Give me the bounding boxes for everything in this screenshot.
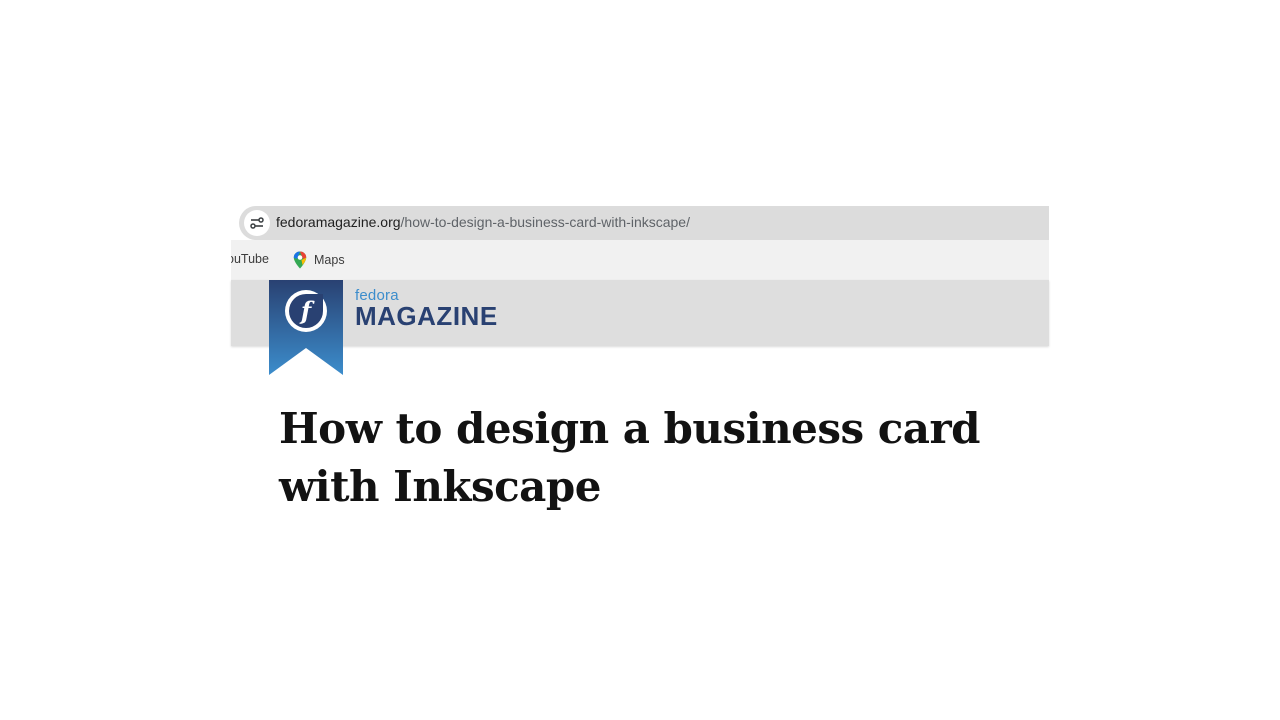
fedora-magazine-ribbon-logo[interactable]: f <box>269 280 343 375</box>
bookmark-label: ouTube <box>231 252 269 266</box>
address-bar-row: fedoramagazine.org/how-to-design-a-busin… <box>231 204 1049 240</box>
site-header <box>231 280 1049 346</box>
url-path: /how-to-design-a-business-card-with-inks… <box>400 214 690 230</box>
bookmark-youtube[interactable]: ouTube <box>231 252 269 266</box>
url-domain: fedoramagazine.org <box>276 214 401 230</box>
url-text[interactable]: fedoramagazine.org/how-to-design-a-busin… <box>276 214 690 230</box>
address-bar[interactable]: fedoramagazine.org/how-to-design-a-busin… <box>239 206 1049 240</box>
tune-icon <box>250 217 264 229</box>
bookmark-label: Maps <box>314 253 345 267</box>
browser-window: fedoramagazine.org/how-to-design-a-busin… <box>231 204 1049 524</box>
maps-pin-icon <box>293 251 307 269</box>
bookmarks-bar: ouTube Maps <box>231 240 1049 280</box>
site-info-button[interactable] <box>244 210 270 236</box>
bookmark-maps[interactable]: Maps <box>293 251 345 269</box>
brand-magazine: MAGAZINE <box>355 301 498 331</box>
article-title: How to design a business card with Inksc… <box>279 404 981 511</box>
fedora-logo-icon: f <box>285 290 327 332</box>
